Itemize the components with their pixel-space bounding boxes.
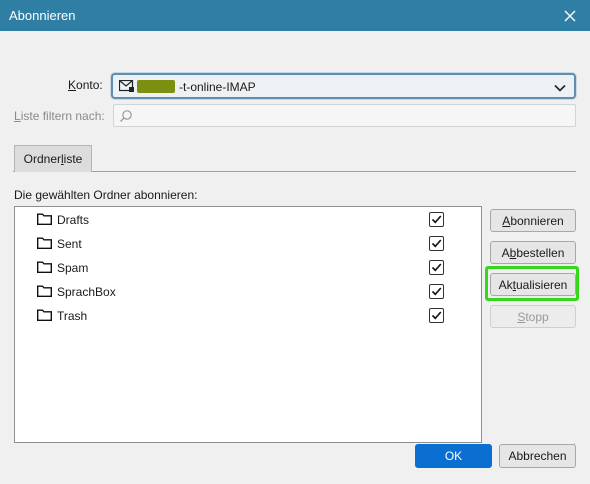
- folder-icon: [37, 237, 52, 252]
- folder-icon: [37, 285, 52, 300]
- list-item[interactable]: Spam: [15, 256, 481, 280]
- section-label: Die gewählten Ordner abonnieren:: [14, 188, 198, 202]
- tab-ordnerliste[interactable]: Ordner l iste: [14, 145, 92, 172]
- folder-icon: [37, 309, 52, 324]
- folder-icon: [37, 261, 52, 276]
- filter-input[interactable]: [113, 104, 576, 127]
- folder-list[interactable]: Drafts Sent Spam SprachBox Trash: [14, 206, 482, 443]
- subscribe-checkbox[interactable]: [429, 308, 444, 323]
- search-icon: [119, 109, 133, 126]
- mail-account-icon: [118, 79, 135, 96]
- redacted-username: [137, 80, 175, 93]
- title-bar: Abonnieren: [0, 0, 590, 31]
- list-item[interactable]: SprachBox: [15, 280, 481, 304]
- subscribe-checkbox[interactable]: [429, 236, 444, 251]
- konto-value: -t-online-IMAP: [179, 80, 256, 94]
- tab-divider: [13, 171, 576, 172]
- folder-name: Drafts: [57, 213, 90, 227]
- chevron-down-icon: [554, 81, 566, 95]
- folder-name: Trash: [57, 309, 88, 323]
- subscribe-button[interactable]: Abonnieren: [490, 209, 576, 232]
- close-icon: [564, 10, 576, 21]
- cancel-button[interactable]: Abbrechen: [499, 444, 576, 468]
- unsubscribe-button[interactable]: Ab bestellen: [490, 241, 576, 264]
- refresh-button[interactable]: Ak t ualisieren: [490, 273, 576, 296]
- konto-label: Konto:: [68, 78, 103, 92]
- list-item[interactable]: Drafts: [15, 208, 481, 232]
- folder-name: Sent: [57, 237, 82, 251]
- konto-select[interactable]: -t-online-IMAP: [111, 73, 576, 99]
- list-item[interactable]: Trash: [15, 304, 481, 328]
- dialog-body: Konto: -t-online-IMAP Liste filtern nach…: [1, 31, 589, 483]
- folder-name: SprachBox: [57, 285, 116, 299]
- folder-name: Spam: [57, 261, 89, 275]
- subscribe-checkbox[interactable]: [429, 260, 444, 275]
- subscribe-checkbox[interactable]: [429, 284, 444, 299]
- close-button[interactable]: [550, 0, 590, 31]
- folder-icon: [37, 213, 52, 228]
- window-title: Abonnieren: [9, 8, 76, 23]
- list-item[interactable]: Sent: [15, 232, 481, 256]
- subscribe-checkbox[interactable]: [429, 212, 444, 227]
- stop-button[interactable]: Stopp: [490, 305, 576, 328]
- filter-label: Liste filtern nach:: [14, 109, 105, 123]
- ok-button[interactable]: OK: [415, 444, 492, 468]
